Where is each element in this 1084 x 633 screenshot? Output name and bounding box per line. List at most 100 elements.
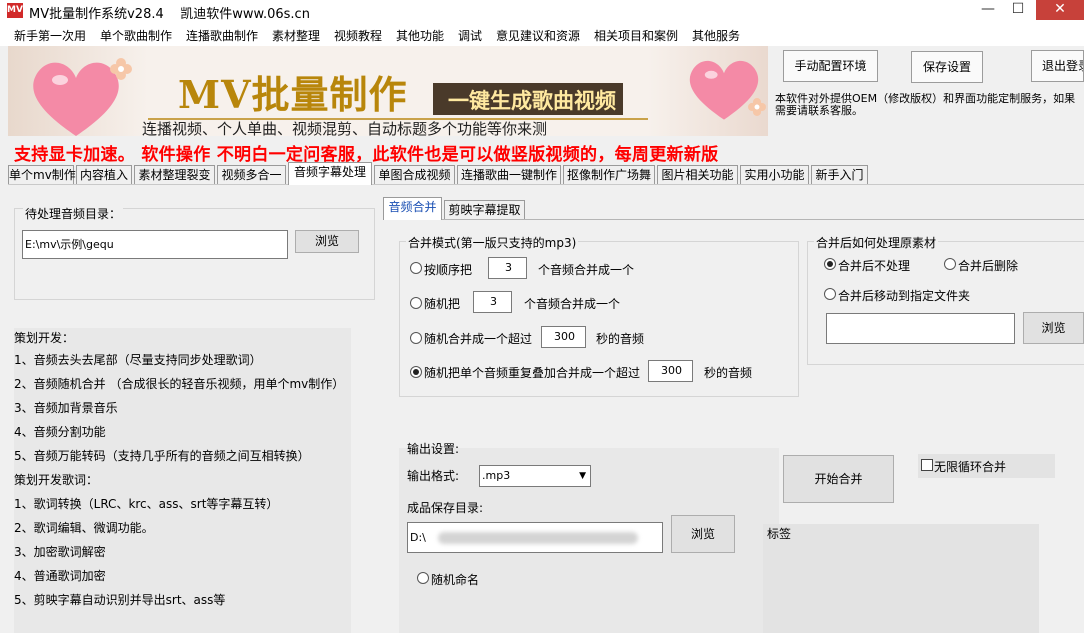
pending-dir-input[interactable]: E:\mv\示例\gequ	[22, 230, 288, 259]
banner: MV批量制作 一键生成歌曲视频 连播视频、个人单曲、视频混剪、自动标题多个功能等…	[8, 46, 768, 136]
source-handling-title: 合并后如何处理原素材	[814, 234, 939, 251]
minimize-button[interactable]: —	[974, 0, 1002, 20]
tab-panel-border	[8, 184, 1084, 185]
tags-panel	[763, 524, 1039, 633]
merge-option-value[interactable]: 3	[473, 291, 512, 313]
notes-line: 5、剪映字幕自动识别并导出srt、ass等	[14, 593, 226, 607]
tab-utilities[interactable]: 实用小功能	[740, 165, 809, 185]
tab-video-merge[interactable]: 视频多合一	[217, 165, 286, 185]
pending-dir-browse-button[interactable]: 浏览	[295, 230, 359, 253]
merge-option-suffix: 秒的音频	[704, 366, 753, 380]
notes-line: 2、歌词编辑、微调功能。	[14, 521, 154, 535]
tab-keying-dance[interactable]: 抠像制作广场舞	[563, 165, 655, 185]
menu-bar: 新手第一次用 单个歌曲制作 连播歌曲制作 素材整理 视频教程 其他功能 调试 意…	[0, 22, 1084, 46]
move-source-label: 合并后移动到指定文件夹	[838, 289, 971, 303]
notes-line: 策划开发：	[14, 331, 75, 345]
output-settings-title: 输出设置:	[407, 442, 460, 456]
subtab-audio-merge[interactable]: 音频合并	[383, 197, 442, 220]
save-dir-input[interactable]: D:\	[407, 522, 663, 553]
tags-label: 标签	[767, 527, 792, 541]
move-folder-input[interactable]	[826, 313, 1015, 344]
logout-button[interactable]: 退出登录	[1031, 50, 1084, 82]
heart-icon	[689, 60, 759, 120]
service-text: 本软件对外提供OEM（修改版权）和界面功能定制服务，如果需要请联系客服。	[775, 93, 1076, 117]
random-name-radio[interactable]	[417, 572, 429, 584]
banner-slogan: 一键生成歌曲视频	[448, 89, 616, 113]
menu-item-tutorials[interactable]: 视频教程	[334, 27, 382, 44]
start-merge-button[interactable]: 开始合并	[783, 455, 894, 503]
tab-single-image-video[interactable]: 单图合成视频	[374, 165, 455, 185]
merge-option-label: 随机合并成一个超过	[424, 332, 533, 346]
maximize-button[interactable]: ☐	[1004, 0, 1032, 20]
subtab-jianying-subtitle[interactable]: 剪映字幕提取	[444, 200, 525, 220]
merge-option-radio[interactable]	[410, 332, 422, 344]
notes-line: 4、音频分割功能	[14, 425, 106, 439]
sub-tabs: 音频合并 剪映字幕提取	[383, 197, 1084, 220]
tab-material-fission[interactable]: 素材整理裂变	[134, 165, 215, 185]
tab-newbie[interactable]: 新手入门	[811, 165, 868, 185]
notes-line: 5、音频万能转码（支持几乎所有的音频之间互相转换）	[14, 449, 310, 463]
menu-item-material[interactable]: 素材整理	[272, 27, 320, 44]
merge-option-label: 随机把	[424, 297, 461, 311]
delete-source-radio[interactable]	[944, 258, 956, 270]
menu-item-debug[interactable]: 调试	[458, 27, 482, 44]
menu-item-beginner[interactable]: 新手第一次用	[14, 27, 86, 44]
save-dir-label: 成品保存目录:	[407, 501, 484, 515]
merge-option-label: 随机把单个音频重复叠加合并成一个超过	[424, 366, 641, 380]
notes-panel: 策划开发： 1、音频去头去尾部（尽量支持同步处理歌词） 2、音频随机合并 （合成…	[14, 328, 351, 633]
tab-audio-subtitle[interactable]: 音频字幕处理	[288, 162, 372, 185]
menu-item-playlist[interactable]: 连播歌曲制作	[186, 27, 258, 44]
merge-option-label: 按顺序把	[424, 263, 473, 277]
configure-env-button[interactable]: 手动配置环境	[783, 50, 878, 82]
banner-subtitle: 连播视频、个人单曲、视频混剪、自动标题多个功能等你来测	[142, 120, 548, 136]
menu-item-feedback[interactable]: 意见建议和资源	[496, 27, 580, 44]
app-icon: MV	[7, 3, 23, 18]
merge-option-suffix: 个音频合并成一个	[524, 297, 621, 311]
merge-option-suffix: 秒的音频	[596, 332, 645, 346]
save-settings-button[interactable]: 保存设置	[911, 51, 983, 83]
merge-option-value[interactable]: 3	[488, 257, 527, 279]
notes-line: 策划开发歌词：	[14, 473, 99, 487]
notes-line: 3、加密歌词解密	[14, 545, 106, 559]
merge-option-suffix: 个音频合并成一个	[538, 263, 635, 277]
move-source-radio[interactable]	[824, 288, 836, 300]
output-format-value: .mp3	[482, 469, 511, 482]
window-title: MV批量制作系统v28.4 凯迪软件www.06s.cn	[29, 7, 310, 22]
notes-line: 2、音频随机合并 （合成很长的轻音乐视频，用单个mv制作）	[14, 377, 345, 391]
flower-icon	[110, 58, 132, 80]
menu-item-services[interactable]: 其他服务	[692, 27, 740, 44]
banner-title: MV批量制作	[178, 72, 408, 117]
output-format-select[interactable]: .mp3 ▼	[479, 465, 591, 487]
merge-mode-title: 合并模式(第一版只支持的mp3)	[406, 234, 579, 251]
pending-dir-label: 待处理音频目录：	[23, 205, 124, 222]
output-format-label: 输出格式:	[407, 469, 460, 483]
blurred-path	[438, 532, 638, 544]
menu-item-single-song[interactable]: 单个歌曲制作	[100, 27, 172, 44]
tab-playlist-oneclick[interactable]: 连播歌曲一键制作	[457, 165, 561, 185]
delete-source-label: 合并后删除	[958, 259, 1019, 273]
keep-source-label: 合并后不处理	[838, 259, 911, 273]
close-button[interactable]: ✕	[1036, 0, 1084, 20]
flower-icon	[748, 98, 766, 116]
loop-checkbox[interactable]	[921, 459, 933, 471]
merge-option-radio[interactable]	[410, 297, 422, 309]
notes-line: 1、歌词转换（LRC、krc、ass、srt等字幕互转）	[14, 497, 279, 511]
notes-line: 1、音频去头去尾部（尽量支持同步处理歌词）	[14, 353, 262, 367]
merge-option-radio-selected[interactable]	[410, 366, 422, 378]
merge-option-radio[interactable]	[410, 262, 422, 274]
sub-tab-border	[383, 219, 1084, 220]
move-folder-browse-button[interactable]: 浏览	[1023, 312, 1084, 344]
save-dir-value: D:\	[410, 531, 426, 544]
menu-item-other-functions[interactable]: 其他功能	[396, 27, 444, 44]
notes-line: 4、普通歌词加密	[14, 569, 106, 583]
tab-single-mv[interactable]: 单个mv制作	[8, 165, 76, 185]
tab-image-functions[interactable]: 图片相关功能	[657, 165, 738, 185]
chevron-down-icon: ▼	[579, 471, 586, 481]
merge-option-value[interactable]: 300	[541, 326, 586, 348]
keep-source-radio[interactable]	[824, 258, 836, 270]
tab-content-insert[interactable]: 内容植入	[76, 165, 132, 185]
save-dir-browse-button[interactable]: 浏览	[671, 515, 735, 553]
random-name-label: 随机命名	[431, 573, 480, 587]
merge-option-value[interactable]: 300	[648, 360, 693, 382]
menu-item-projects[interactable]: 相关项目和案例	[594, 27, 678, 44]
